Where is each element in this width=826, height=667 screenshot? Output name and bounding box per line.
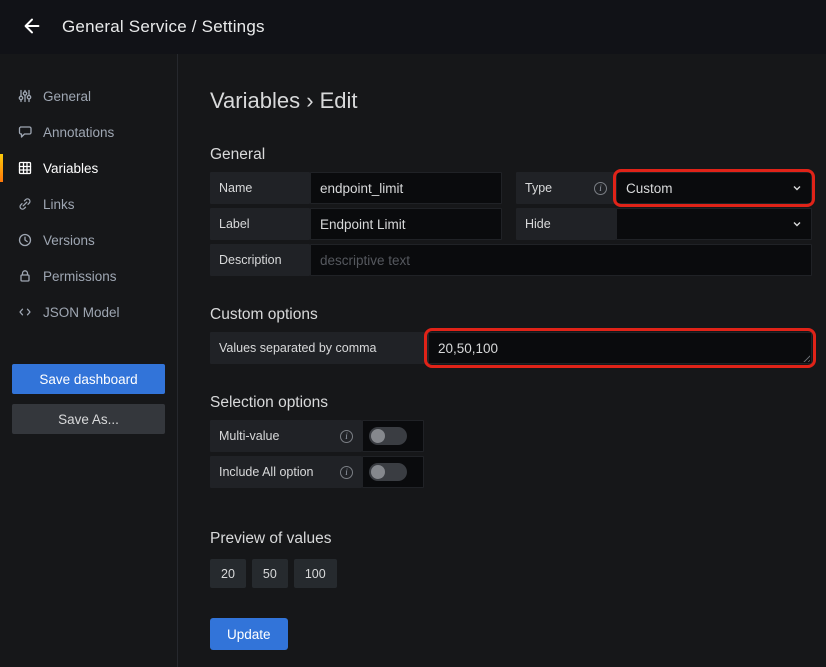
arrow-left-icon	[21, 15, 43, 40]
save-dashboard-button[interactable]: Save dashboard	[12, 364, 165, 394]
name-input[interactable]	[310, 172, 502, 204]
general-section-heading: General	[210, 146, 826, 164]
hide-label: Hide	[516, 208, 616, 240]
values-label: Values separated by comma	[210, 332, 428, 364]
back-button[interactable]	[14, 9, 50, 45]
comment-icon	[16, 124, 33, 141]
save-as-button[interactable]: Save As...	[12, 404, 165, 434]
sidebar-item-general[interactable]: General	[0, 78, 177, 114]
page-title: General Service / Settings	[62, 17, 265, 37]
label-label: Label	[210, 208, 310, 240]
preview-value-chip: 50	[252, 559, 288, 588]
sidebar-item-label: Links	[43, 197, 75, 212]
description-label: Description	[210, 244, 310, 276]
sidebar-item-versions[interactable]: Versions	[0, 222, 177, 258]
selection-options-heading: Selection options	[210, 394, 826, 412]
link-icon	[16, 196, 33, 213]
sidebar-item-label: JSON Model	[43, 305, 120, 320]
settings-sidebar: General Annotations Variables Links Vers…	[0, 54, 178, 667]
custom-options-heading: Custom options	[210, 306, 826, 324]
info-icon[interactable]	[340, 466, 353, 479]
sidebar-item-label: Annotations	[43, 125, 114, 140]
sidebar-item-variables[interactable]: Variables	[0, 150, 177, 186]
sidebar-item-label: Permissions	[43, 269, 117, 284]
preview-values: 20 50 100	[210, 559, 826, 588]
preview-heading: Preview of values	[210, 530, 826, 548]
toggle-knob	[371, 429, 385, 443]
hide-select[interactable]	[616, 208, 812, 240]
description-input[interactable]	[310, 244, 812, 276]
sidebar-actions: Save dashboard Save As...	[12, 364, 165, 434]
include-all-toggle[interactable]	[362, 456, 424, 488]
name-label: Name	[210, 172, 310, 204]
preview-value-chip: 100	[294, 559, 337, 588]
toggle-switch-off	[369, 463, 407, 481]
sidebar-item-permissions[interactable]: Permissions	[0, 258, 177, 294]
sidebar-item-label: General	[43, 89, 91, 104]
chevron-down-icon	[792, 219, 802, 229]
table-icon	[16, 160, 33, 177]
lock-icon	[16, 268, 33, 285]
values-row: Values separated by comma 20,50,100	[210, 332, 812, 364]
sidebar-item-links[interactable]: Links	[0, 186, 177, 222]
description-row: Description	[210, 244, 812, 276]
breadcrumb: Variables › Edit	[210, 88, 826, 114]
gap	[502, 208, 516, 240]
page-header: General Service / Settings	[0, 0, 826, 54]
history-icon	[16, 232, 33, 249]
update-button[interactable]: Update	[210, 618, 288, 650]
type-label: Type	[516, 172, 616, 204]
gap	[502, 172, 516, 204]
toggle-knob	[371, 465, 385, 479]
multi-value-row: Multi-value	[210, 420, 812, 452]
sidebar-item-json-model[interactable]: JSON Model	[0, 294, 177, 330]
main-content: Variables › Edit General Name Type Custo…	[178, 54, 826, 667]
code-brackets-icon	[16, 304, 33, 321]
include-all-label: Include All option	[210, 456, 362, 488]
info-icon[interactable]	[340, 430, 353, 443]
label-input[interactable]	[310, 208, 502, 240]
preview-value-chip: 20	[210, 559, 246, 588]
include-all-row: Include All option	[210, 456, 812, 488]
multi-value-label: Multi-value	[210, 420, 362, 452]
toggle-switch-off	[369, 427, 407, 445]
sidebar-item-label: Versions	[43, 233, 95, 248]
name-type-row: Name Type Custom	[210, 172, 812, 204]
chevron-down-icon	[792, 183, 802, 193]
multi-value-toggle[interactable]	[362, 420, 424, 452]
info-icon[interactable]	[594, 182, 607, 195]
sidebar-item-annotations[interactable]: Annotations	[0, 114, 177, 150]
values-field-wrap: 20,50,100	[428, 332, 812, 364]
type-select[interactable]: Custom	[616, 172, 812, 204]
sidebar-item-label: Variables	[43, 161, 98, 176]
values-input[interactable]: 20,50,100	[428, 332, 812, 364]
label-hide-row: Label Hide	[210, 208, 812, 240]
sliders-icon	[16, 88, 33, 105]
